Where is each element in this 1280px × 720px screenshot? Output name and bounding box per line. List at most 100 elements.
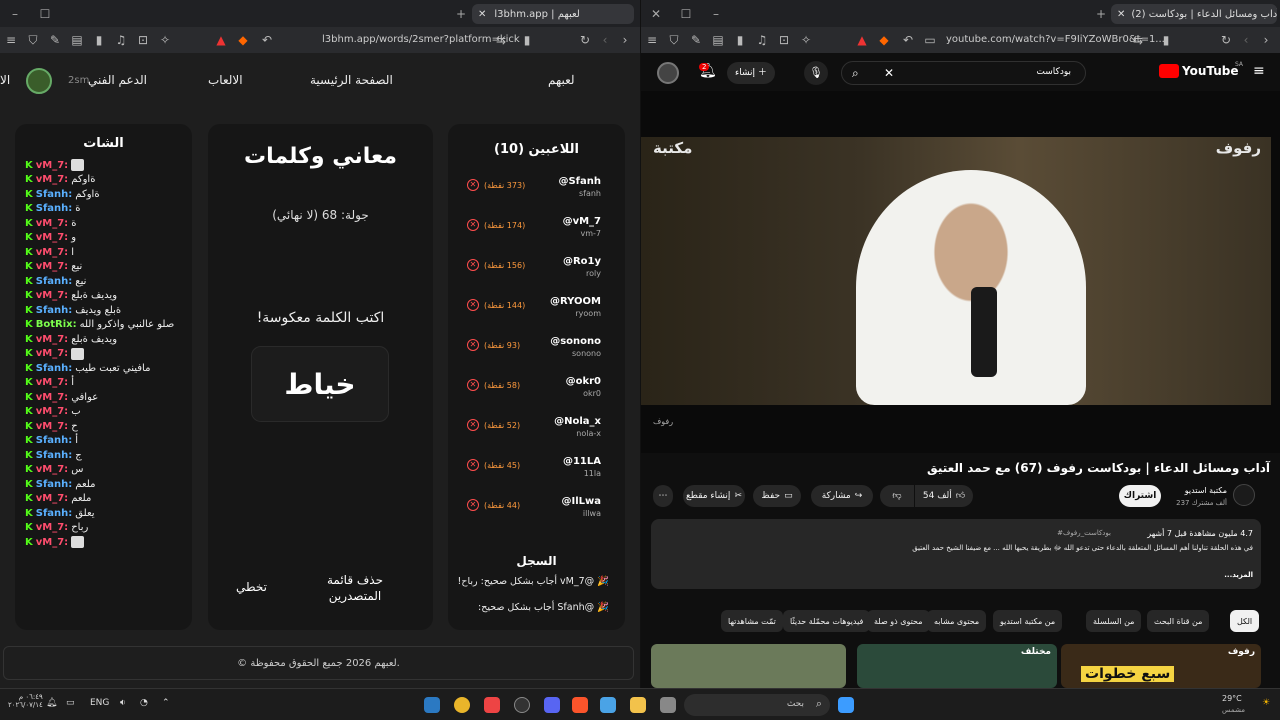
- remove-player-icon[interactable]: ✕: [467, 259, 479, 271]
- channel-avatar[interactable]: [1233, 484, 1255, 506]
- tab-l3bhm[interactable]: ✕ l3bhm.app | لعبهم: [472, 4, 634, 24]
- chat-username[interactable]: vM_7:: [36, 174, 68, 185]
- shield-icon[interactable]: ⛉: [26, 33, 40, 48]
- warning-icon[interactable]: ▲: [855, 33, 869, 47]
- screenshot-icon[interactable]: ⊡: [777, 33, 791, 47]
- maximize-icon[interactable]: ☐: [671, 7, 701, 21]
- chat-username[interactable]: vM_7:: [36, 421, 68, 432]
- volume-icon[interactable]: 🔉︎: [120, 698, 126, 708]
- clock[interactable]: ٠٦:٤٩ م ٢٠٢٦/٠٧/١٤: [8, 693, 43, 709]
- search-input[interactable]: بودكاست: [1036, 67, 1071, 77]
- chat-username[interactable]: Sfanh:: [36, 276, 73, 287]
- chat-username[interactable]: vM_7:: [36, 406, 68, 417]
- filter-chip[interactable]: تمّت مشاهدتها: [721, 610, 783, 632]
- remove-player-icon[interactable]: ✕: [467, 219, 479, 231]
- weather-icon[interactable]: ☀: [1262, 698, 1270, 708]
- filter-chip[interactable]: من قناة البحث: [1147, 610, 1210, 632]
- close-tab-icon[interactable]: ✕: [1117, 9, 1125, 20]
- task-view-icon[interactable]: [660, 697, 676, 713]
- search-box[interactable]: ⌕ ✕ بودكاست: [841, 61, 1086, 85]
- nav-support[interactable]: الدعم الفني: [88, 73, 147, 87]
- remove-player-icon[interactable]: ✕: [467, 419, 479, 431]
- chat-username[interactable]: vM_7:: [36, 464, 68, 475]
- filter-chip[interactable]: الكل: [1230, 610, 1260, 632]
- steam-icon[interactable]: [424, 697, 440, 713]
- recommended-video-thumbnail[interactable]: مختلف: [857, 644, 1057, 688]
- chat-username[interactable]: vM_7:: [36, 160, 68, 171]
- create-button[interactable]: إنشاء ＋: [727, 62, 775, 84]
- remove-player-icon[interactable]: ✕: [467, 299, 479, 311]
- forward-icon[interactable]: ›: [618, 33, 632, 47]
- brave-lion-icon[interactable]: ◆: [236, 33, 250, 47]
- wifi-icon[interactable]: ◔: [140, 698, 148, 708]
- maximize-icon[interactable]: ☐: [30, 7, 60, 21]
- remove-player-icon[interactable]: ✕: [467, 459, 479, 471]
- share-button[interactable]: مشاركة ↪: [811, 485, 873, 507]
- chat-username[interactable]: vM_7:: [36, 218, 68, 229]
- youtube-logo-icon[interactable]: [1159, 64, 1179, 78]
- sidebar-icon[interactable]: ▮: [92, 33, 106, 47]
- skip-button[interactable]: تخطي: [236, 580, 267, 594]
- obs-icon[interactable]: [514, 697, 530, 713]
- filter-chip[interactable]: محتوى مشابه: [927, 610, 987, 632]
- language-indicator[interactable]: ENG: [90, 698, 109, 708]
- site-info-icon[interactable]: ▭: [923, 33, 937, 47]
- dislike-button[interactable]: 👎︎: [880, 485, 914, 507]
- nav-home[interactable]: الصفحة الرئيسية: [310, 73, 393, 87]
- like-button[interactable]: 54 ألف 👍︎: [915, 485, 973, 507]
- bookmark-icon[interactable]: ▮: [520, 33, 534, 47]
- back-icon[interactable]: ‹: [1239, 33, 1253, 47]
- recommended-video-thumbnail[interactable]: [651, 644, 846, 688]
- start-menu-icon[interactable]: [838, 697, 854, 713]
- subscribe-button[interactable]: اشتراك: [1119, 485, 1161, 507]
- guide-menu-icon[interactable]: ≡: [1253, 63, 1265, 79]
- more-actions-button[interactable]: ⋯: [653, 485, 673, 507]
- file-explorer-icon[interactable]: [630, 697, 646, 713]
- user-avatar[interactable]: [26, 68, 52, 94]
- site-logo[interactable]: لعبهم: [548, 73, 575, 87]
- warning-icon[interactable]: ▲: [214, 33, 228, 47]
- chat-username[interactable]: vM_7:: [36, 392, 68, 403]
- nav-games[interactable]: الالعاب: [208, 73, 243, 87]
- music-icon[interactable]: ♫: [755, 33, 769, 47]
- minimize-icon[interactable]: –: [0, 7, 30, 21]
- filter-chip[interactable]: من السلسلة: [1086, 610, 1142, 632]
- back-icon[interactable]: ‹: [598, 33, 612, 47]
- brave-icon[interactable]: [484, 697, 500, 713]
- chat-username[interactable]: Sfanh:: [36, 189, 73, 200]
- chat-username[interactable]: vM_7:: [36, 290, 68, 301]
- description-box[interactable]: 4.7 مليون مشاهدة قبل 7 أشهر #بودكاست_رفو…: [651, 519, 1261, 589]
- clear-leaderboard-button[interactable]: حذف قائمة المتصدرين: [320, 572, 390, 604]
- back-history-icon[interactable]: ↶: [901, 33, 915, 47]
- sidebar-icon[interactable]: ▮: [733, 33, 747, 47]
- video-player[interactable]: مكتبة رفوف رفوف: [641, 91, 1280, 453]
- brave-lion-icon[interactable]: ◆: [877, 33, 891, 47]
- clip-button[interactable]: إنشاء مقطع ✂: [683, 485, 745, 507]
- puzzle-icon[interactable]: ✧: [799, 33, 813, 47]
- chat-username[interactable]: vM_7:: [36, 334, 68, 345]
- channel-name[interactable]: مكتبة استديو: [1171, 486, 1227, 495]
- menu-icon[interactable]: ≡: [645, 33, 659, 47]
- filter-chip[interactable]: محتوى ذو صلة: [867, 610, 930, 632]
- remove-player-icon[interactable]: ✕: [467, 499, 479, 511]
- chat-username[interactable]: Sfanh:: [36, 305, 73, 316]
- discord-icon[interactable]: [544, 697, 560, 713]
- chat-username[interactable]: Sfanh:: [36, 435, 73, 446]
- notification-bell-icon[interactable]: 🔔︎: [46, 698, 57, 708]
- reader-icon[interactable]: ▤: [70, 33, 84, 47]
- show-more-link[interactable]: ...المزيد: [1224, 571, 1253, 579]
- music-icon[interactable]: ♫: [114, 33, 128, 47]
- clear-search-icon[interactable]: ✕: [884, 66, 894, 80]
- chat-username[interactable]: vM_7:: [36, 377, 68, 388]
- account-avatar[interactable]: [657, 62, 679, 84]
- brave-browser-icon[interactable]: [572, 697, 588, 713]
- voice-search-icon[interactable]: 🎙︎: [804, 61, 828, 85]
- address-bar[interactable]: l3bhm.app/words/2smer?platform=kick: [322, 34, 520, 45]
- extension-icon[interactable]: ✎: [689, 33, 703, 47]
- tray-overflow-icon[interactable]: ⌃: [162, 698, 170, 708]
- translate-icon[interactable]: ⇆: [494, 33, 508, 47]
- screenshot-icon[interactable]: ⊡: [136, 33, 150, 47]
- chat-username[interactable]: vM_7:: [36, 537, 68, 548]
- puzzle-icon[interactable]: ✧: [158, 33, 172, 47]
- youtube-logo-text[interactable]: YouTube: [1182, 64, 1239, 78]
